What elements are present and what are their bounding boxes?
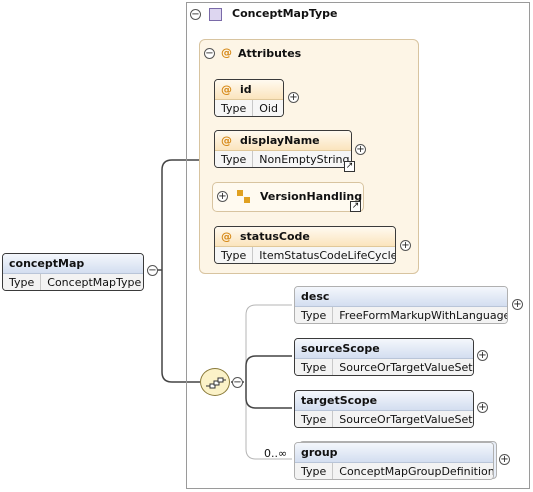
attribute-type: NonEmptyString xyxy=(259,153,350,166)
type-key: Type xyxy=(9,274,42,290)
link-arrow-icon[interactable]: ↗ xyxy=(344,161,355,172)
type-key: Type xyxy=(301,359,334,375)
type-key: Type xyxy=(221,100,254,116)
element-type: FreeFormMarkupWithLanguage xyxy=(339,309,508,322)
type-key: Type xyxy=(301,307,334,323)
collapse-attributes-icon[interactable]: − xyxy=(204,48,215,59)
child-element-group[interactable]: group Type ConceptMapGroupDefinition xyxy=(294,442,494,480)
attribute-group-icon xyxy=(237,190,251,204)
attribute-name: statusCode xyxy=(240,230,310,243)
element-type: SourceOrTargetValueSet xyxy=(339,361,473,374)
element-name: targetScope xyxy=(295,391,473,411)
sequence-compositor[interactable] xyxy=(200,368,230,396)
expand-group-icon[interactable]: + xyxy=(499,454,510,465)
expand-statuscode-icon[interactable]: + xyxy=(400,240,411,251)
attribute-icon: @ xyxy=(221,230,232,243)
type-key: Type xyxy=(301,411,334,427)
element-name: group xyxy=(295,443,493,463)
child-element-desc[interactable]: desc Type FreeFormMarkupWithLanguage xyxy=(294,286,508,324)
collapse-root-icon[interactable]: − xyxy=(147,265,158,276)
attribute-id[interactable]: @ id Type Oid xyxy=(214,79,284,117)
attribute-displayname[interactable]: @ displayName Type NonEmptyString xyxy=(214,130,352,168)
expand-targetscope-icon[interactable]: + xyxy=(477,402,488,413)
type-key: Type xyxy=(221,247,254,263)
child-element-sourcescope[interactable]: sourceScope Type SourceOrTargetValueSet xyxy=(294,338,474,376)
attribute-name: id xyxy=(240,83,252,96)
cardinality-label: 0..∞ xyxy=(264,447,288,460)
attribute-icon: @ xyxy=(221,83,232,96)
complex-type-icon xyxy=(209,8,222,21)
element-type: ConceptMapType xyxy=(47,276,142,289)
collapse-type-icon[interactable]: − xyxy=(190,9,201,20)
element-type: ConceptMapGroupDefinition xyxy=(339,465,494,478)
attribute-icon: @ xyxy=(221,134,232,147)
collapse-sequence-icon[interactable]: − xyxy=(232,377,243,388)
sequence-icon xyxy=(206,377,226,389)
expand-versionhandling-icon[interactable]: + xyxy=(217,191,228,202)
attribute-type: Oid xyxy=(259,102,278,115)
link-arrow-icon[interactable]: ↗ xyxy=(350,201,361,212)
element-name: sourceScope xyxy=(295,339,473,359)
complex-type-title: ConceptMapType xyxy=(232,7,338,20)
expand-displayname-icon[interactable]: + xyxy=(355,144,366,155)
element-name: conceptMap xyxy=(3,254,143,274)
attribute-name: displayName xyxy=(240,134,320,147)
attribute-group-name: VersionHandling xyxy=(260,190,363,203)
child-element-targetscope[interactable]: targetScope Type SourceOrTargetValueSet xyxy=(294,390,474,428)
root-element-conceptmap[interactable]: conceptMap Type ConceptMapType xyxy=(2,253,144,291)
expand-id-icon[interactable]: + xyxy=(288,92,299,103)
attributes-title: Attributes xyxy=(238,47,302,60)
type-key: Type xyxy=(301,463,334,479)
element-name: desc xyxy=(295,287,507,307)
attribute-type: ItemStatusCodeLifeCycle xyxy=(259,249,396,262)
expand-desc-icon[interactable]: + xyxy=(512,299,523,310)
attributes-at-icon: @ xyxy=(221,46,232,59)
expand-sourcescope-icon[interactable]: + xyxy=(477,350,488,361)
attribute-statuscode[interactable]: @ statusCode Type ItemStatusCodeLifeCycle xyxy=(214,226,396,264)
element-type: SourceOrTargetValueSet xyxy=(339,413,473,426)
type-key: Type xyxy=(221,151,254,167)
